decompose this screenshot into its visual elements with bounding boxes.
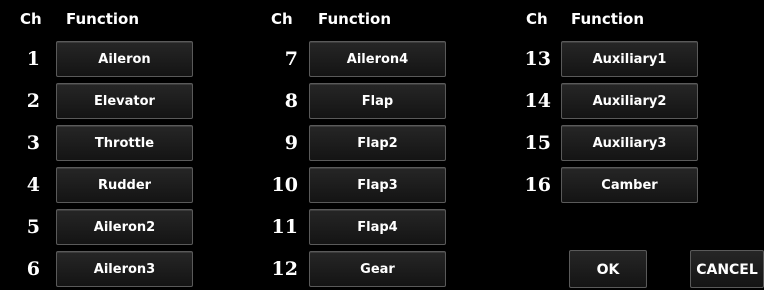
channel-number-13: 13	[524, 48, 551, 70]
ok-button[interactable]: OK	[569, 250, 647, 288]
function-button-ch5[interactable]: Aileron2	[56, 209, 193, 245]
function-button-ch15[interactable]: Auxiliary3	[561, 125, 698, 161]
function-button-ch13[interactable]: Auxiliary1	[561, 41, 698, 77]
channel-number-1: 1	[26, 48, 40, 70]
function-button-ch16[interactable]: Camber	[561, 167, 698, 203]
channel-number-15: 15	[524, 132, 551, 154]
function-button-ch8[interactable]: Flap	[309, 83, 446, 119]
channel-number-5: 5	[26, 216, 40, 238]
channel-number-6: 6	[26, 258, 40, 280]
function-button-ch3[interactable]: Throttle	[56, 125, 193, 161]
channel-number-3: 3	[26, 132, 40, 154]
function-button-ch10[interactable]: Flap3	[309, 167, 446, 203]
function-button-ch2[interactable]: Elevator	[56, 83, 193, 119]
column-1-ch-header: Ch	[20, 10, 42, 28]
function-button-ch4[interactable]: Rudder	[56, 167, 193, 203]
channel-number-8: 8	[284, 90, 298, 112]
function-button-ch6[interactable]: Aileron3	[56, 251, 193, 287]
channel-number-7: 7	[284, 48, 298, 70]
channel-number-14: 14	[524, 90, 551, 112]
cancel-button[interactable]: CANCEL	[690, 250, 764, 288]
function-button-ch11[interactable]: Flap4	[309, 209, 446, 245]
function-button-ch7[interactable]: Aileron4	[309, 41, 446, 77]
channel-number-10: 10	[271, 174, 298, 196]
column-1-function-header: Function	[66, 10, 140, 28]
channel-number-12: 12	[271, 258, 298, 280]
channel-number-16: 16	[524, 174, 551, 196]
function-button-ch1[interactable]: Aileron	[56, 41, 193, 77]
column-2-function-header: Function	[318, 10, 392, 28]
column-3-function-header: Function	[571, 10, 645, 28]
column-2-ch-header: Ch	[271, 10, 293, 28]
channel-number-4: 4	[26, 174, 40, 196]
function-button-ch14[interactable]: Auxiliary2	[561, 83, 698, 119]
channel-number-9: 9	[284, 132, 298, 154]
channel-number-11: 11	[271, 216, 298, 238]
function-button-ch12[interactable]: Gear	[309, 251, 446, 287]
channel-number-2: 2	[26, 90, 40, 112]
function-button-ch9[interactable]: Flap2	[309, 125, 446, 161]
column-3-ch-header: Ch	[526, 10, 548, 28]
